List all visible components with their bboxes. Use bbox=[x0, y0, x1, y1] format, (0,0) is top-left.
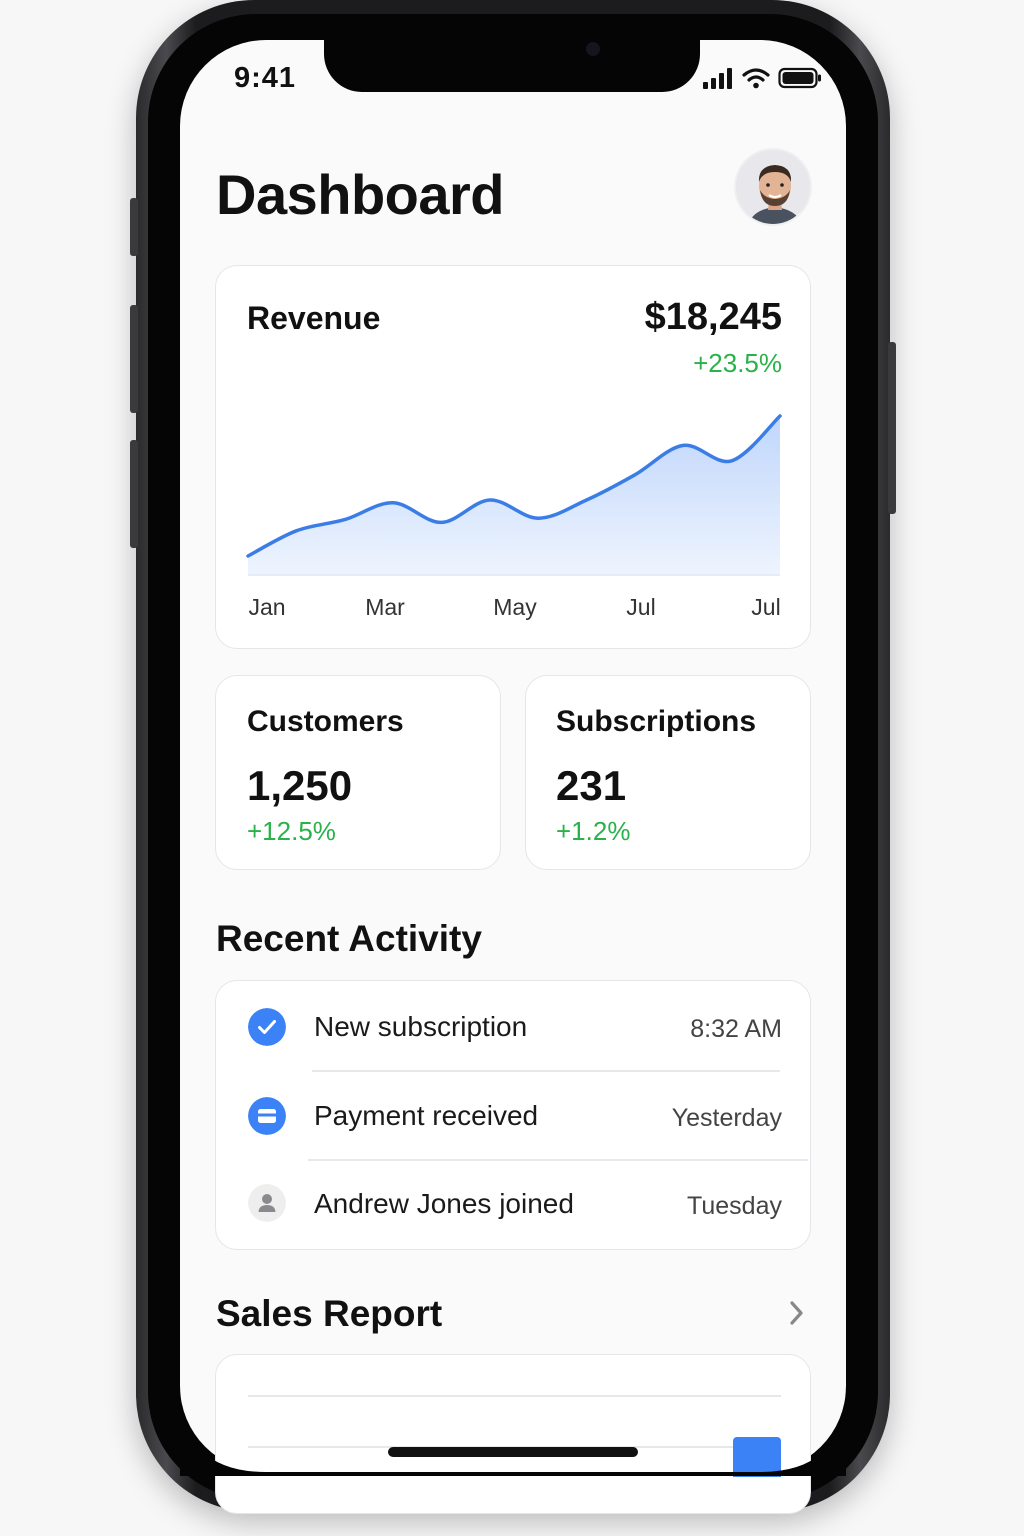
person-icon bbox=[248, 1184, 286, 1222]
sales-report-title[interactable]: Sales Report bbox=[216, 1293, 442, 1335]
revenue-change: +23.5% bbox=[693, 348, 782, 378]
wifi-icon bbox=[742, 68, 770, 89]
activity-time: Yesterday bbox=[671, 1104, 782, 1132]
subscriptions-label: Subscriptions bbox=[556, 705, 757, 738]
activity-item-payment-received[interactable]: Payment received Yesterday bbox=[216, 1072, 810, 1160]
customers-change: +12.5% bbox=[247, 816, 336, 846]
x-tick-label: Jan bbox=[248, 594, 285, 620]
volume-up-button bbox=[130, 305, 138, 413]
avatar[interactable] bbox=[734, 148, 812, 226]
status-icons bbox=[702, 64, 826, 92]
x-tick-label: May bbox=[493, 594, 537, 620]
activity-item-andrew-jones-joined[interactable]: Andrew Jones joined Tuesday bbox=[216, 1160, 810, 1248]
home-indicator[interactable] bbox=[388, 1447, 638, 1457]
activity-time: 8:32 AM bbox=[690, 1015, 782, 1043]
subscriptions-change: +1.2% bbox=[556, 816, 631, 846]
activity-item-new-subscription[interactable]: New subscription 8:32 AM bbox=[216, 983, 810, 1071]
revenue-area-fill bbox=[248, 416, 780, 575]
customers-value: 1,250 bbox=[247, 762, 353, 809]
recent-activity-title: Recent Activity bbox=[216, 918, 482, 959]
card-icon bbox=[248, 1097, 286, 1135]
status-time: 9:41 bbox=[234, 62, 297, 94]
page-title: Dashboard bbox=[216, 163, 505, 226]
activity-label: Payment received bbox=[314, 1100, 539, 1131]
cellular-signal-icon bbox=[703, 68, 732, 89]
x-tick-label: Jul bbox=[626, 594, 655, 620]
battery-icon bbox=[778, 67, 821, 89]
revenue-chart: Jan Mar May Jul Jul bbox=[246, 414, 782, 620]
subscriptions-value: 231 bbox=[556, 762, 627, 809]
x-tick-label: Jul bbox=[751, 594, 780, 620]
screen-corner-mask bbox=[180, 1380, 846, 1472]
front-camera bbox=[586, 42, 600, 56]
mute-switch bbox=[130, 198, 138, 256]
screen-bottom-edge bbox=[180, 1472, 846, 1476]
revenue-title: Revenue bbox=[247, 300, 381, 336]
chevron-right-icon[interactable] bbox=[786, 1299, 808, 1327]
notch bbox=[324, 36, 700, 92]
customers-label: Customers bbox=[247, 705, 404, 738]
volume-down-button bbox=[130, 440, 138, 548]
power-button bbox=[888, 342, 896, 514]
activity-label: New subscription bbox=[314, 1011, 528, 1042]
activity-time: Tuesday bbox=[687, 1192, 782, 1220]
revenue-amount: $18,245 bbox=[644, 296, 782, 338]
activity-label: Andrew Jones joined bbox=[314, 1188, 574, 1219]
check-circle-icon bbox=[248, 1008, 286, 1046]
x-tick-label: Mar bbox=[365, 594, 405, 620]
